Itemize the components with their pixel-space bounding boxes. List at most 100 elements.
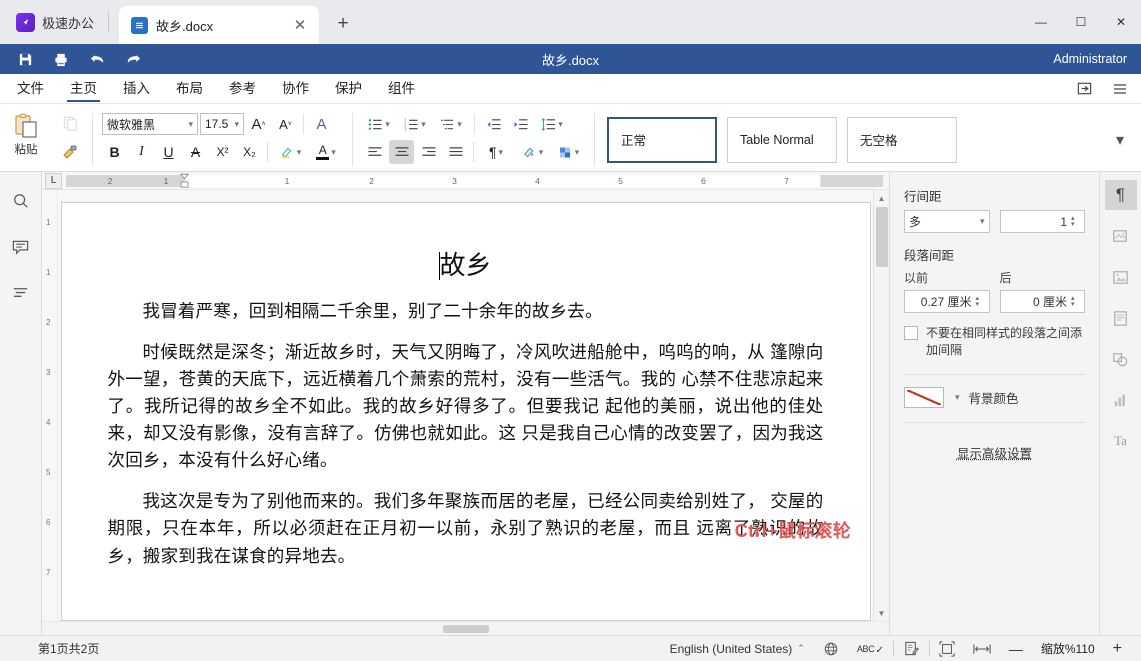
image-icon[interactable]: [1105, 262, 1137, 292]
fit-page-icon[interactable]: [930, 636, 964, 661]
no-spacing-same-style-checkbox[interactable]: [904, 326, 918, 340]
menu-item-home[interactable]: 主页: [57, 74, 110, 104]
multilevel-list-button[interactable]: ▾: [434, 112, 468, 136]
shading-button[interactable]: ▾: [515, 140, 549, 164]
shape-icon[interactable]: [1105, 344, 1137, 374]
bullet-list-button[interactable]: ▾: [362, 112, 396, 136]
hamburger-menu-icon[interactable]: [1105, 76, 1135, 102]
outline-icon[interactable]: [6, 278, 36, 308]
close-window-button[interactable]: ✕: [1101, 0, 1141, 44]
spacing-after-input[interactable]: 0 厘米 ▴▾: [1000, 290, 1086, 313]
horizontal-ruler[interactable]: L 2 1 1 2: [42, 172, 889, 190]
line-spacing-button[interactable]: ▾: [535, 112, 569, 136]
chevron-down-icon[interactable]: ▾: [955, 392, 960, 403]
document-page[interactable]: 故乡 我冒着严寒，回到相隔二千余里，别了二十余年的故乡去。 时候既然是深冬；渐近…: [61, 202, 871, 621]
scroll-down-icon[interactable]: ▼: [874, 605, 890, 621]
show-advanced-settings-link[interactable]: 显示高级设置: [904, 443, 1085, 462]
brand-button[interactable]: 极速办公: [0, 0, 108, 44]
menu-item-components[interactable]: 组件: [375, 74, 428, 104]
paragraph-icon[interactable]: ¶: [1105, 180, 1137, 210]
minimize-button[interactable]: —: [1021, 0, 1061, 44]
shrink-font-icon[interactable]: A˅: [273, 112, 298, 136]
show-formatting-marks-button[interactable]: ¶ ▾: [479, 140, 513, 164]
print-icon[interactable]: [46, 46, 76, 72]
justify-button[interactable]: [443, 140, 468, 164]
ruler-bar[interactable]: 2 1 1 2 3 4 5: [66, 174, 883, 188]
menu-item-protect[interactable]: 保护: [322, 74, 375, 104]
spinner-icon[interactable]: ▴▾: [1071, 216, 1080, 227]
font-size-select[interactable]: 17.5 ▾: [200, 113, 244, 135]
close-tab-icon[interactable]: ✕: [289, 14, 311, 36]
font-family-select[interactable]: 微软雅黑 ▾: [102, 113, 198, 135]
chart-icon[interactable]: [1105, 385, 1137, 415]
borders-button[interactable]: ▾: [551, 140, 585, 164]
horizontal-scroll-thumb[interactable]: [443, 625, 489, 633]
zoom-out-button[interactable]: —: [1000, 636, 1032, 661]
zoom-level-label[interactable]: 缩放%110: [1032, 636, 1104, 661]
menu-item-layout[interactable]: 布局: [163, 74, 216, 104]
font-color-button[interactable]: A ▾: [309, 140, 343, 164]
clear-formatting-icon[interactable]: A: [309, 112, 334, 136]
design-icon[interactable]: [1105, 221, 1137, 251]
subscript-button[interactable]: X₂: [237, 140, 262, 164]
style-gallery-more-button[interactable]: ▾: [1107, 127, 1133, 153]
fit-width-icon[interactable]: [964, 636, 1000, 661]
menu-item-insert[interactable]: 插入: [110, 74, 163, 104]
spinner-icon[interactable]: ▴▾: [1071, 296, 1080, 307]
underline-button[interactable]: U: [156, 140, 181, 164]
first-line-indent-marker[interactable]: [180, 173, 189, 180]
style-card-no-spacing[interactable]: 无空格: [847, 117, 957, 163]
globe-icon[interactable]: [814, 636, 848, 661]
spellcheck-icon[interactable]: ABC ✓: [848, 636, 893, 661]
undo-icon[interactable]: [82, 46, 112, 72]
save-icon[interactable]: [10, 46, 40, 72]
bold-button[interactable]: B: [102, 140, 127, 164]
edit-mode-icon[interactable]: [894, 636, 929, 661]
spacing-before-input[interactable]: 0.27 厘米 ▴▾: [904, 290, 990, 313]
menu-item-references[interactable]: 参考: [216, 74, 269, 104]
paste-button[interactable]: 粘贴: [2, 110, 50, 157]
format-painter-icon[interactable]: [57, 140, 83, 164]
grow-font-icon[interactable]: A˄: [246, 112, 271, 136]
align-right-button[interactable]: [416, 140, 441, 164]
left-indent-marker[interactable]: [180, 181, 189, 188]
line-spacing-select[interactable]: 多 ▾: [904, 210, 990, 233]
scroll-up-icon[interactable]: ▲: [874, 190, 890, 206]
style-card-normal[interactable]: 正常: [607, 117, 717, 163]
zoom-in-button[interactable]: +: [1104, 636, 1131, 661]
menu-item-collaboration[interactable]: 协作: [269, 74, 322, 104]
user-label[interactable]: Administrator: [1053, 52, 1127, 66]
italic-button[interactable]: I: [129, 140, 154, 164]
superscript-button[interactable]: X²: [210, 140, 235, 164]
numbered-list-button[interactable]: 123 ▾: [398, 112, 432, 136]
maximize-button[interactable]: ☐: [1061, 0, 1101, 44]
language-selector[interactable]: English (United States) ⌃: [661, 636, 814, 661]
export-icon[interactable]: [1069, 76, 1099, 102]
textbox-icon[interactable]: [1105, 303, 1137, 333]
menu-item-file[interactable]: 文件: [4, 74, 57, 104]
strikethrough-button[interactable]: A: [183, 140, 208, 164]
page-info: 第1页共2页: [0, 640, 99, 657]
highlight-color-button[interactable]: ▾: [273, 140, 307, 164]
search-icon[interactable]: [6, 186, 36, 216]
redo-icon[interactable]: [118, 46, 148, 72]
tab-stop-selector[interactable]: L: [45, 173, 62, 189]
spinner-icon[interactable]: ▴▾: [976, 296, 985, 307]
decrease-indent-button[interactable]: [481, 112, 506, 136]
increase-indent-button[interactable]: [508, 112, 533, 136]
comment-icon[interactable]: [6, 232, 36, 262]
copy-icon[interactable]: [57, 111, 83, 135]
style-card-table-normal[interactable]: Table Normal: [727, 117, 837, 163]
no-spacing-same-style-row[interactable]: 不要在相同样式的段落之间添加间隔: [904, 325, 1085, 360]
wordart-icon[interactable]: Ta: [1105, 426, 1137, 456]
align-center-button[interactable]: [389, 140, 414, 164]
horizontal-scrollbar[interactable]: [42, 621, 889, 635]
line-spacing-number-input[interactable]: 1 ▴▾: [1000, 210, 1086, 233]
align-left-button[interactable]: [362, 140, 387, 164]
vertical-scrollbar[interactable]: ▲ ▼: [873, 190, 889, 621]
background-color-swatch[interactable]: [904, 387, 944, 408]
vertical-scroll-thumb[interactable]: [876, 207, 888, 267]
new-tab-icon[interactable]: +: [332, 13, 354, 35]
browser-tab-strip: 极速办公 故乡.docx ✕ + — ☐ ✕: [0, 0, 1141, 44]
document-tab[interactable]: 故乡.docx ✕: [119, 6, 319, 44]
